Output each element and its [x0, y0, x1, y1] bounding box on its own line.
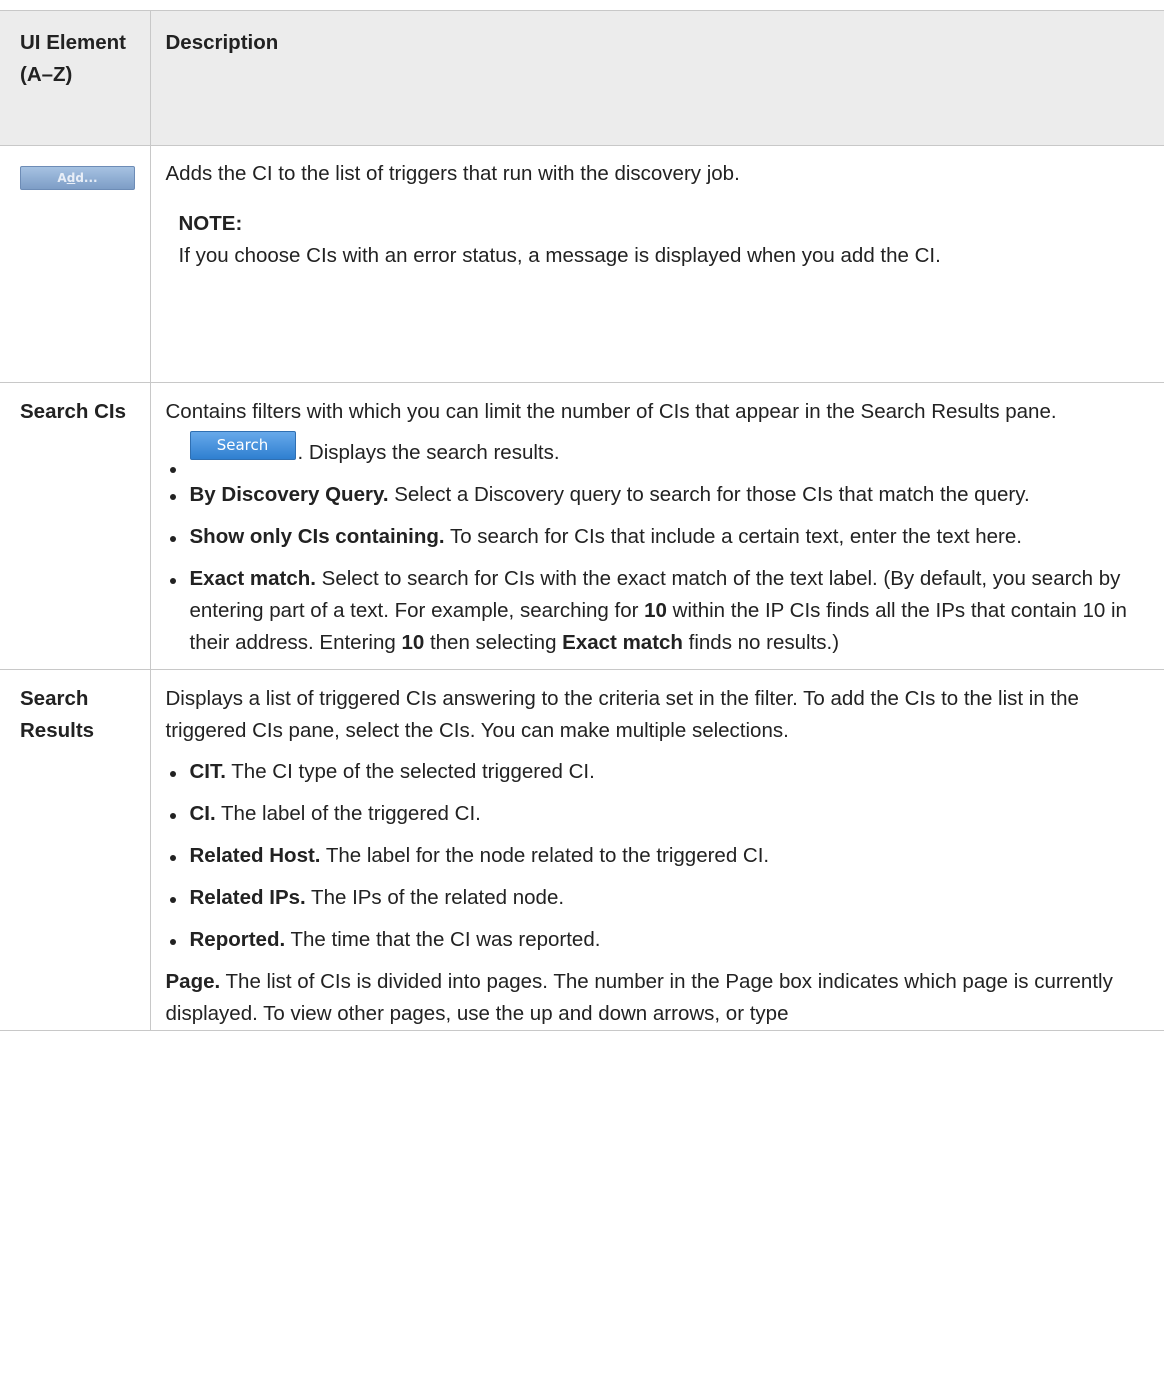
note-block: NOTE: If you choose CIs with an error st… [179, 208, 1155, 272]
term-related-host: Related Host. [189, 844, 321, 867]
list-item-cit: CIT. The CI type of the selected trigger… [166, 756, 1155, 788]
search-results-description: Displays a list of triggered CIs answeri… [165, 687, 1079, 742]
add-element-cell: Add... [0, 145, 151, 383]
ui-element-reference-table: UI Element (A–Z) Description Add... Adds… [0, 10, 1164, 1031]
header-description: Description [149, 10, 1164, 146]
search-results-description-cell: Displays a list of triggered CIs answeri… [149, 669, 1164, 1031]
list-item-related-ips: Related IPs. The IPs of the related node… [166, 882, 1155, 914]
add-button[interactable]: Add... [20, 166, 135, 191]
text-related-host: The label for the node related to the tr… [320, 844, 770, 867]
term-show-only-cis: Show only CIs containing. [189, 525, 445, 548]
list-item-reported: Reported. The time that the CI was repor… [166, 924, 1155, 956]
search-results-list: CIT. The CI type of the selected trigger… [166, 756, 1155, 956]
term-ci: CI. [189, 802, 216, 825]
text-reported: The time that the CI was reported. [285, 928, 601, 951]
text-related-ips: The IPs of the related node. [305, 886, 565, 909]
term-exact-match: Exact match. [189, 567, 316, 590]
add-description-cell: Adds the CI to the list of triggers that… [149, 145, 1164, 383]
search-button[interactable]: Search [189, 431, 296, 461]
search-cis-description: Contains filters with which you can limi… [165, 400, 1057, 423]
text-page: The list of CIs is divided into pages. T… [165, 970, 1113, 1025]
list-item-by-discovery-query: By Discovery Query. Select a Discovery q… [166, 479, 1155, 511]
list-item-related-host: Related Host. The label for the node rel… [166, 840, 1155, 872]
search-button-desc: . Displays the search results. [297, 441, 560, 464]
search-cis-description-cell: Contains filters with which you can limi… [149, 382, 1164, 670]
exact-text-3: then selecting [424, 631, 563, 654]
exact-bold-2: 10 [401, 631, 425, 654]
term-by-discovery-query: By Discovery Query. [189, 483, 389, 506]
text-ci: The label of the triggered CI. [215, 802, 481, 825]
exact-bold-1: 10 [644, 599, 667, 622]
term-page: Page. [165, 970, 221, 993]
list-item-search-button: Search. Displays the search results. [166, 431, 1155, 473]
table-row-add: Add... Adds the CI to the list of trigge… [0, 145, 1164, 383]
term-reported: Reported. [189, 928, 286, 951]
search-cis-list: Search. Displays the search results. By … [166, 431, 1155, 659]
page-paragraph: Page. The list of CIs is divided into pa… [166, 966, 1155, 1030]
exact-bold-3: Exact match [562, 631, 683, 654]
table-row-search-cis: Search CIs Contains filters with which y… [0, 382, 1164, 670]
header-ui-element: UI Element (A–Z) [0, 10, 151, 146]
text-cit: The CI type of the selected triggered CI… [225, 760, 595, 783]
list-item-show-only-cis: Show only CIs containing. To search for … [166, 521, 1155, 553]
search-results-element: Search Results [0, 669, 151, 1031]
term-related-ips: Related IPs. [189, 886, 306, 909]
list-item-exact-match: Exact match. Select to search for CIs wi… [166, 563, 1155, 659]
list-item-ci: CI. The label of the triggered CI. [166, 798, 1155, 830]
text-show-only-cis: To search for CIs that include a certain… [444, 525, 1022, 548]
table-header-row: UI Element (A–Z) Description [0, 10, 1164, 146]
note-label: NOTE: [178, 212, 243, 235]
exact-text-4: finds no results.) [682, 631, 840, 654]
add-description: Adds the CI to the list of triggers that… [165, 162, 740, 185]
text-by-discovery-query: Select a Discovery query to search for t… [388, 483, 1030, 506]
table-row-search-results: Search Results Displays a list of trigge… [0, 669, 1164, 1031]
note-text: If you choose CIs with an error status, … [178, 244, 941, 267]
term-cit: CIT. [189, 760, 226, 783]
search-cis-element: Search CIs [0, 382, 151, 670]
